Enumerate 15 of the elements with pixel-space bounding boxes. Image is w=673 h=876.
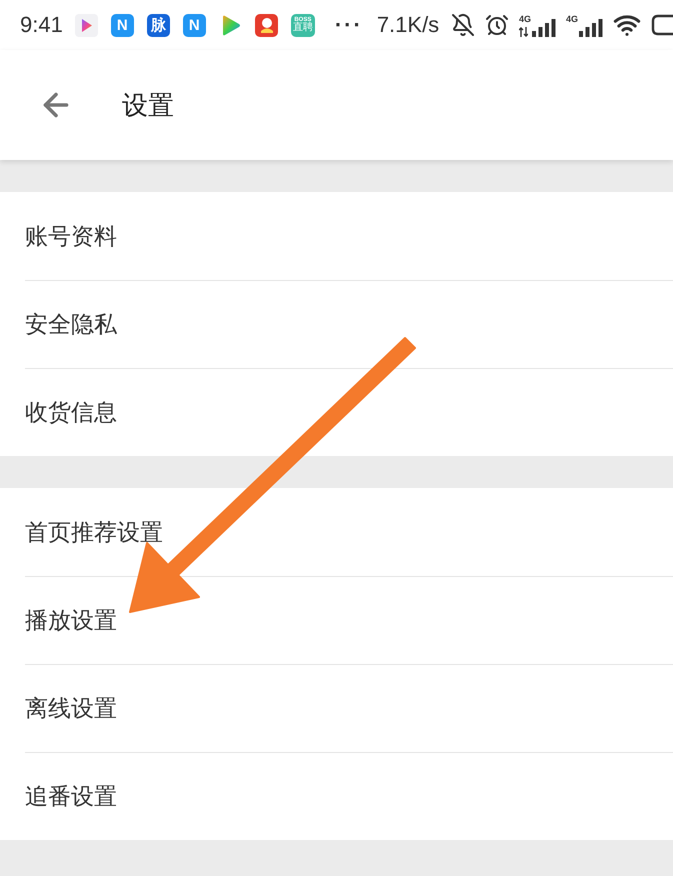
muted-bell-icon: [450, 13, 475, 37]
battery-icon: [651, 14, 673, 36]
network-type-label: 4G: [518, 15, 531, 24]
status-time: 9:41: [20, 14, 63, 36]
more-notifications-indicator: ···: [334, 14, 363, 36]
app-icon: 脉: [146, 14, 170, 36]
signal-bars-icon: [579, 19, 603, 37]
network-speed: 7.1K/s: [376, 14, 440, 36]
page-title: 设置: [122, 88, 174, 122]
alarm-clock-icon: [484, 13, 509, 37]
app-icon: N: [182, 14, 206, 36]
play-app-icon: [74, 14, 98, 36]
signal-bars-icon: [532, 19, 556, 37]
network-type-label: 4G: [566, 15, 578, 24]
app-icon: N: [110, 14, 134, 36]
